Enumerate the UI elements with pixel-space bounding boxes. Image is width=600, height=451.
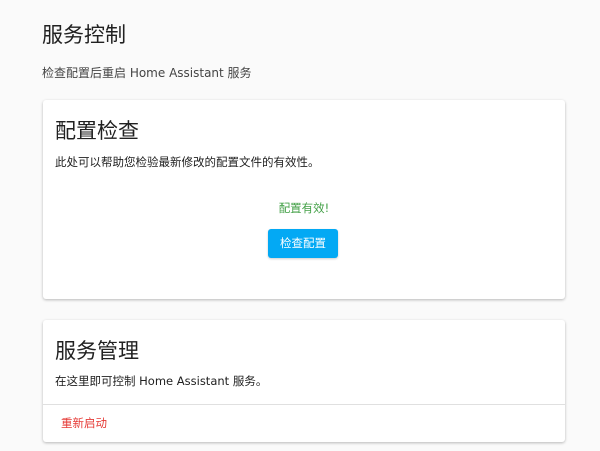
config-check-heading: 配置检查 bbox=[55, 119, 139, 143]
service-management-heading: 服务管理 bbox=[55, 339, 139, 363]
restart-button[interactable]: 重新启动 bbox=[53, 413, 115, 433]
service-management-card: 服务管理 在这里即可控制 Home Assistant 服务。 重新启动 bbox=[43, 320, 565, 442]
service-control-page: 服务控制 检查配置后重启 Home Assistant 服务 配置检查 此处可以… bbox=[0, 0, 600, 451]
card-actions-divider bbox=[43, 404, 565, 405]
check-config-button[interactable]: 检查配置 bbox=[268, 229, 338, 258]
page-title: 服务控制 bbox=[42, 23, 126, 47]
page-subtitle: 检查配置后重启 Home Assistant 服务 bbox=[42, 66, 252, 80]
service-management-description: 在这里即可控制 Home Assistant 服务。 bbox=[55, 374, 268, 388]
config-check-description: 此处可以帮助您检验最新修改的配置文件的有效性。 bbox=[55, 155, 320, 169]
config-check-card: 配置检查 此处可以帮助您检验最新修改的配置文件的有效性。 配置有效! 检查配置 bbox=[43, 100, 565, 299]
config-valid-status: 配置有效! bbox=[278, 201, 330, 215]
